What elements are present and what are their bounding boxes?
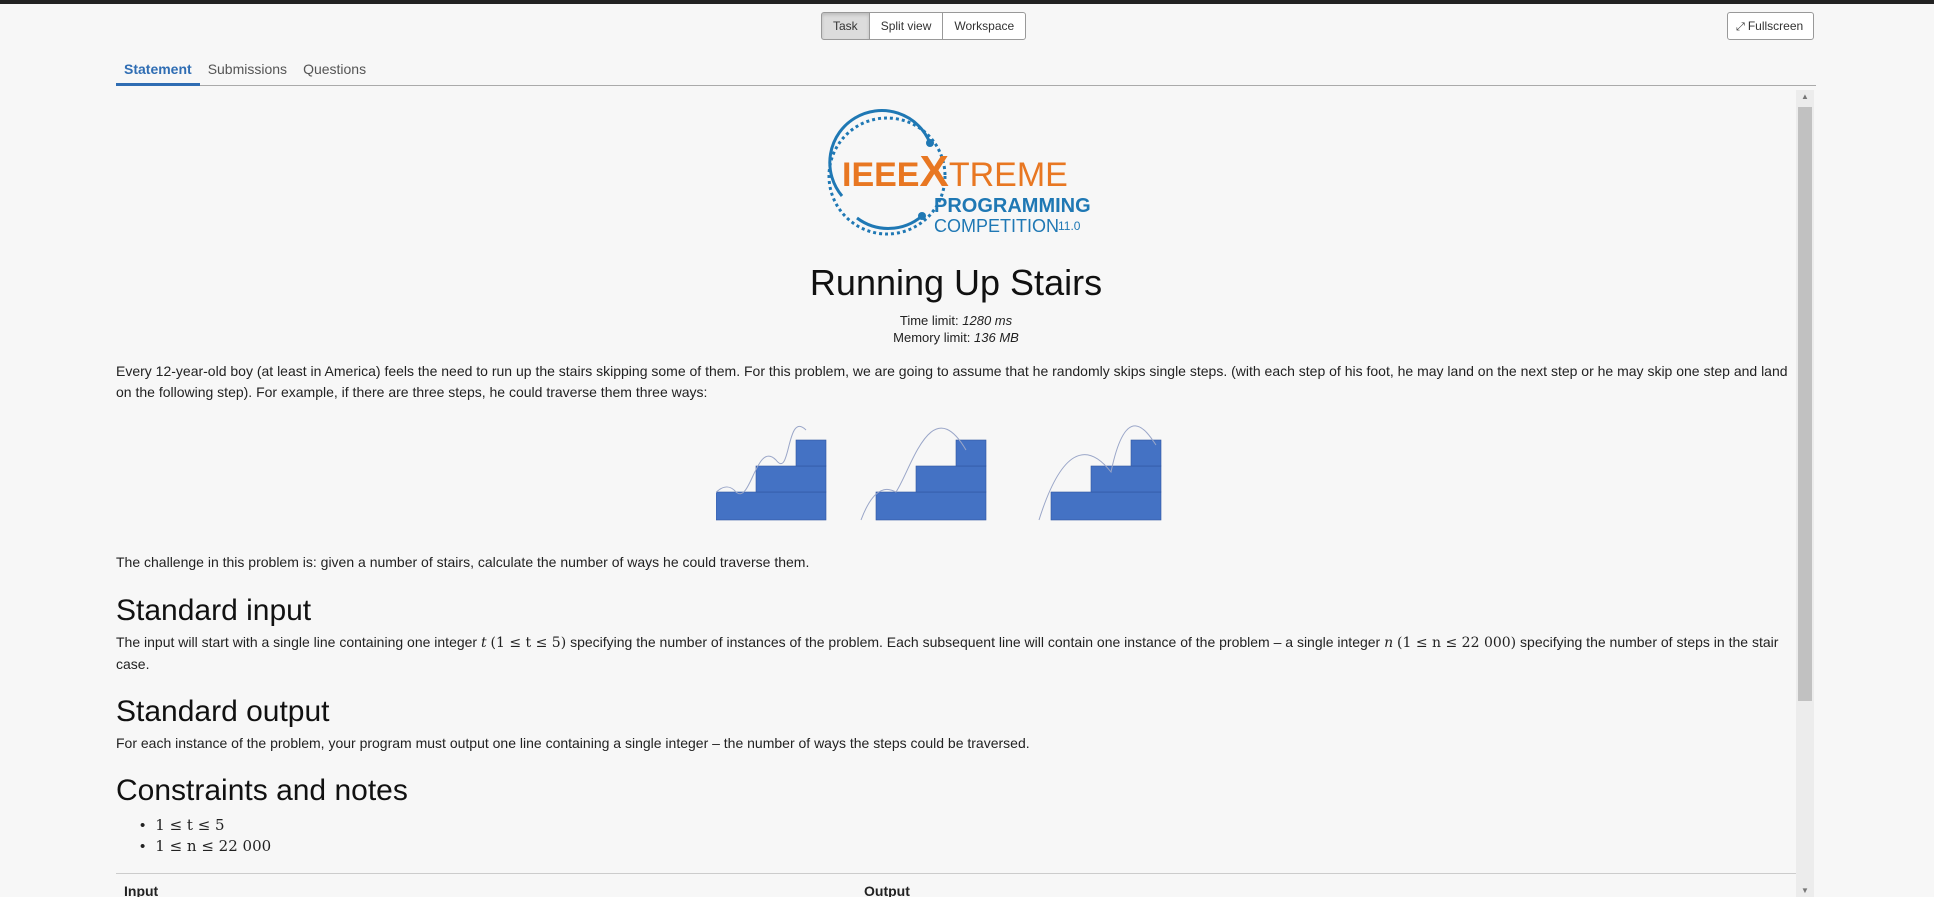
- standard-output-heading: Standard output: [116, 695, 330, 728]
- time-limit-label: Time limit:: [899, 313, 959, 328]
- output-column-header: Output: [864, 883, 910, 897]
- standard-input-paragraph: The input will start with a single line …: [116, 632, 1796, 675]
- logo-programming: PROGRAMMING: [934, 195, 1091, 217]
- split-view-button[interactable]: Split view: [868, 12, 944, 40]
- math-t-range: (1 ≤ t ≤ 5): [490, 635, 567, 651]
- ieeextreme-logo: IEEEXTREME PROGRAMMING COMPETITION 11.0: [827, 109, 1091, 236]
- standard-output-paragraph: For each instance of the problem, your p…: [116, 735, 1030, 751]
- stairs-example-3: [1050, 439, 1162, 521]
- logo-version: 11.0: [1058, 219, 1081, 233]
- list-item: 1 ≤ n ≤ 22 000: [140, 836, 271, 857]
- example-table-header: Input Output: [116, 873, 1796, 897]
- scrollbar-thumb[interactable]: [1798, 107, 1812, 701]
- fullscreen-button[interactable]: ⤢ Fullscreen: [1727, 12, 1815, 40]
- workspace-view-button[interactable]: Workspace: [942, 12, 1027, 40]
- stairs-example-1: [716, 439, 827, 521]
- tab-statement[interactable]: Statement: [116, 56, 200, 86]
- page-title: Running Up Stairs: [809, 262, 1103, 303]
- tab-questions[interactable]: Questions: [295, 56, 374, 86]
- task-view-button[interactable]: Task: [821, 12, 870, 40]
- memory-limit-label: Memory limit:: [893, 330, 971, 345]
- statement-tabs: Statement Submissions Questions: [116, 56, 1816, 86]
- memory-limit-value: 136 MB: [974, 330, 1019, 345]
- math-t: t: [481, 635, 487, 651]
- fullscreen-label: Fullscreen: [1747, 19, 1804, 33]
- input-text-a: The input will start with a single line …: [116, 634, 478, 650]
- logo-competition: COMPETITION: [934, 216, 1059, 236]
- window-top-border: [0, 0, 1934, 4]
- list-item: 1 ≤ t ≤ 5: [140, 815, 271, 836]
- input-column-header: Input: [124, 883, 159, 897]
- logo-x: X: [919, 147, 948, 196]
- intro-paragraph: Every 12-year-old boy (at least in Ameri…: [116, 363, 1788, 400]
- math-n: n: [1384, 635, 1394, 651]
- view-switch: Task Split view Workspace: [821, 12, 1027, 40]
- input-text-b: specifying the number of instances of th…: [570, 634, 1381, 650]
- math-n-range: (1 ≤ n ≤ 22 000): [1397, 635, 1517, 651]
- content-scrollbar[interactable]: ▲ ▼: [1796, 90, 1814, 897]
- logo-treme: TREME: [949, 156, 1068, 194]
- standard-input-heading: Standard input: [116, 594, 312, 627]
- logo-ieee: IEEE: [842, 156, 919, 194]
- time-limit-value: 1280 ms: [962, 313, 1013, 328]
- tab-submissions[interactable]: Submissions: [200, 56, 295, 86]
- scroll-down-icon[interactable]: ▼: [1796, 886, 1814, 895]
- constraints-heading: Constraints and notes: [116, 774, 408, 807]
- expand-arrows-icon: ⤢: [1736, 21, 1745, 33]
- problem-statement: IEEEXTREME PROGRAMMING COMPETITION 11.0 …: [116, 86, 1796, 897]
- constraints-list: 1 ≤ t ≤ 5 1 ≤ n ≤ 22 000: [140, 815, 271, 857]
- challenge-paragraph: The challenge in this problem is: given …: [116, 554, 810, 570]
- scroll-up-icon[interactable]: ▲: [1796, 92, 1814, 101]
- limits: Time limit: 1280 ms Memory limit: 136 MB: [116, 312, 1796, 346]
- stairs-illustration: [716, 425, 1162, 521]
- svg-text:IEEEXTREME: IEEEXTREME: [842, 147, 1068, 196]
- stairs-example-2: [875, 439, 987, 521]
